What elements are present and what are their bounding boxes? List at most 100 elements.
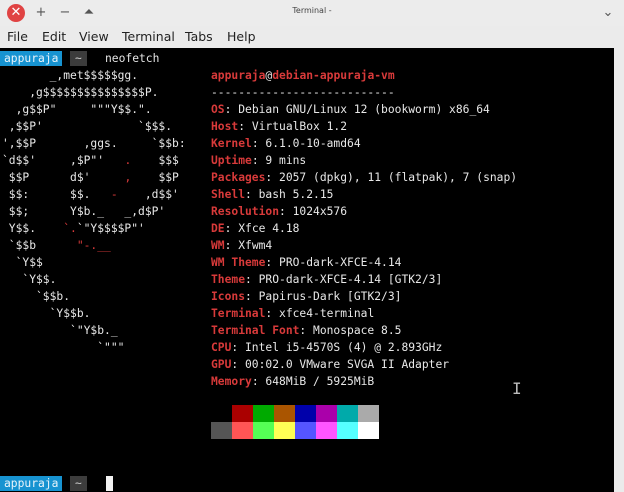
logo-line: ,g$$P" """Y$$.". [2, 101, 152, 118]
info-row: Theme: PRO-dark-XFCE-4.14 [GTK2/3] [211, 271, 442, 288]
info-key: Packages [211, 171, 266, 184]
info-key: OS [211, 103, 225, 116]
info-value: : Monospace 8.5 [299, 324, 402, 337]
logo-line: `Y$$ [2, 254, 43, 271]
ibeam-cursor-icon: I [512, 379, 522, 398]
info-value: : PRO-dark-XFCE-4.14 [265, 256, 402, 269]
menu-view[interactable]: View [79, 29, 109, 44]
logo-line-tail: `"Y$$$$P"' [76, 222, 145, 235]
info-value: : 2057 (dpkg), 11 (flatpak), 7 (snap) [265, 171, 518, 184]
menu-help[interactable]: Help [227, 29, 256, 44]
info-key: WM Theme [211, 256, 266, 269]
logo-line-white: $$: $$. [2, 188, 111, 201]
info-value: : PRO-dark-XFCE-4.14 [GTK2/3] [245, 273, 443, 286]
menubar: File Edit View Terminal Tabs Help [0, 27, 624, 47]
logo-line-white: ,g$$$$$$$$$$$$$$$P. [2, 86, 159, 99]
info-key: GPU [211, 358, 232, 371]
info-row: GPU: 00:02.0 VMware SVGA II Adapter [211, 356, 449, 373]
prompt-directory: ~ [70, 51, 87, 66]
info-row: OS: Debian GNU/Linux 12 (bookworm) x86_6… [211, 101, 490, 118]
logo-line-red: - [110, 188, 118, 201]
info-row: WM: Xfwm4 [211, 237, 272, 254]
palette-swatch [337, 422, 358, 439]
logo-line: `d$$' ,$P"' . $$$ [2, 152, 179, 169]
info-row: Icons: Papirus-Dark [GTK2/3] [211, 288, 401, 305]
scrollbar[interactable] [614, 48, 624, 492]
info-key: Icons [211, 290, 246, 303]
terminal-area[interactable]: appuraja ~ neofetch _,met$$$$$gg. ,g$$$$… [0, 48, 614, 492]
menu-file[interactable]: File [7, 29, 28, 44]
palette-swatch [295, 405, 316, 422]
logo-line: $$: $$. - ,d$$' [2, 186, 179, 203]
window-title: Terminal - [292, 6, 332, 15]
logo-line-white: `"Y$b._ [2, 324, 118, 337]
info-value: : Xfce 4.18 [224, 222, 300, 235]
menu-edit[interactable]: Edit [42, 29, 66, 44]
logo-line-tail: $$P [131, 171, 179, 184]
logo-line-white: _,met$$$$$gg. [2, 69, 139, 82]
logo-line-white: ,g$$P" """Y$$.". [2, 103, 152, 116]
info-row: Resolution: 1024x576 [211, 203, 347, 220]
palette-swatch [211, 422, 232, 439]
info-value: : xfce4-terminal [265, 307, 375, 320]
info-row: Terminal: xfce4-terminal [211, 305, 374, 322]
logo-line: `$$b "-.__ [2, 237, 111, 254]
logo-line-white: ,$$P' `$$$. [2, 120, 173, 133]
info-value: : VirtualBox 1.2 [238, 120, 348, 133]
terminal-window: ✕ + − ⏶ Terminal - ⌄ File Edit View Term… [0, 0, 624, 492]
info-value: : 1024x576 [279, 205, 348, 218]
info-key: Shell [211, 188, 246, 201]
logo-line: $$; Y$b._ _,d$P' [2, 203, 165, 220]
logo-line: `""" [2, 339, 124, 356]
logo-line-white: Y$$. [2, 222, 64, 235]
info-separator: --------------------------- [211, 86, 395, 99]
info-key: CPU [211, 341, 232, 354]
info-key: Terminal [211, 307, 266, 320]
info-row: Uptime: 9 mins [211, 152, 306, 169]
info-row: CPU: Intel i5-4570S (4) @ 2.893GHz [211, 339, 442, 356]
logo-line: ',$$P ,ggs. `$$b: [2, 135, 186, 152]
info-value: : Debian GNU/Linux 12 (bookworm) x86_64 [224, 103, 490, 116]
logo-line: _,met$$$$$gg. [2, 67, 138, 84]
info-row: WM Theme: PRO-dark-XFCE-4.14 [211, 254, 401, 271]
info-key: Host [211, 120, 239, 133]
logo-line: `$$b. [2, 288, 70, 305]
info-value: : 9 mins [251, 154, 307, 167]
logo-line-white: ',$$P ,ggs. `$$b: [2, 137, 186, 150]
info-key: Uptime [211, 154, 252, 167]
info-value: : Papirus-Dark [GTK2/3] [245, 290, 402, 303]
logo-line: Y$$. `.`"Y$$$$P"' [2, 220, 145, 237]
info-row: Kernel: 6.1.0-10-amd64 [211, 135, 361, 152]
palette-swatch [274, 405, 295, 422]
info-value: : 648MiB / 5925MiB [251, 375, 375, 388]
palette-swatch [274, 422, 295, 439]
window-menu-button[interactable]: ⌄ [600, 5, 616, 21]
info-row: Shell: bash 5.2.15 [211, 186, 333, 203]
info-value: : 6.1.0-10-amd64 [251, 137, 361, 150]
menu-tabs[interactable]: Tabs [185, 29, 213, 44]
logo-line-tail: ,d$$' [117, 188, 179, 201]
info-value: : Intel i5-4570S (4) @ 2.893GHz [231, 341, 443, 354]
info-key: Theme [211, 273, 246, 286]
logo-line-white: `""" [2, 341, 125, 354]
palette-swatch [316, 405, 337, 422]
logo-line-white: `$$b [2, 239, 77, 252]
logo-line-red: `. [63, 222, 77, 235]
palette-swatch [232, 405, 253, 422]
menu-terminal[interactable]: Terminal [122, 29, 175, 44]
info-hostname: debian-appuraja-vm [272, 69, 395, 82]
logo-line-white: `Y$$ [2, 256, 43, 269]
info-row: Packages: 2057 (dpkg), 11 (flatpak), 7 (… [211, 169, 517, 186]
command-text: neofetch [105, 52, 160, 65]
info-value: : bash 5.2.15 [245, 188, 334, 201]
prompt2-user: appuraja [0, 476, 63, 491]
info-row: DE: Xfce 4.18 [211, 220, 299, 237]
logo-line-white: `Y$$. [2, 273, 57, 286]
palette-swatch [253, 422, 274, 439]
logo-line: `"Y$b._ [2, 322, 118, 339]
palette-swatch [337, 405, 358, 422]
logo-line: `Y$$b. [2, 305, 91, 322]
prompt2-directory: ~ [70, 476, 87, 491]
info-value: : 00:02.0 VMware SVGA II Adapter [231, 358, 450, 371]
info-key: WM [211, 239, 225, 252]
